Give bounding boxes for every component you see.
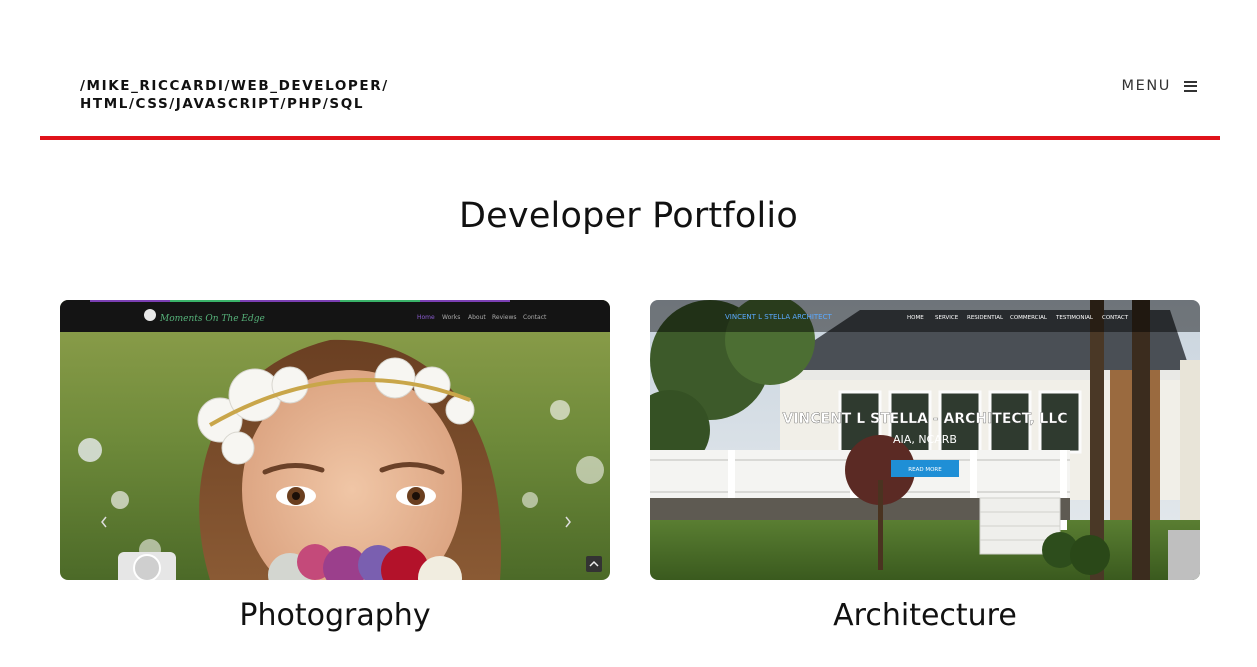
menu-button[interactable]: MENU [1121,76,1197,96]
project-title-photography[interactable]: Photography [60,598,610,633]
project-title-architecture[interactable]: Architecture [650,598,1200,633]
hamburger-icon [1184,80,1197,92]
shot-hero-heading: VINCENT L STELLA - ARCHITECT, LLC [782,411,1067,427]
shot-nav-contact: CONTACT [1102,315,1129,321]
shot-nav-contact: Contact [523,314,547,321]
site-brand[interactable]: /MIKE_RICCARDI/WEB_DEVELOPER/ HTML/CSS/J… [80,77,389,113]
shot-nav-reviews: Reviews [492,314,517,321]
project-thumbnail-architecture[interactable]: VINCENT L STELLA ARCHITECT HOME SERVICE … [650,300,1200,580]
shot-nav-service: SERVICE [935,315,959,321]
shot-nav-home: Home [417,314,435,321]
chevron-up-icon [586,556,602,572]
shot-nav-works: Works [442,314,460,321]
menu-label: MENU [1121,78,1171,94]
brand-line-2: HTML/CSS/JAVASCRIPT/PHP/SQL [80,96,365,112]
camera-icon [118,552,176,580]
svg-text:VINCENT L STELLA ARCHITECT: VINCENT L STELLA ARCHITECT [725,313,832,321]
shot-nav-commercial: COMMERCIAL [1010,315,1048,321]
shot-nav-testimonial: TESTIMONIAL [1055,315,1094,321]
page-title: Developer Portfolio [459,196,798,236]
shot-nav-about: About [468,314,486,321]
header-divider [40,136,1220,140]
brand-line-1: /MIKE_RICCARDI/WEB_DEVELOPER/ [80,78,389,94]
shot-nav-residential: RESIDENTIAL [967,315,1004,321]
shot-hero-button: READ MORE [908,467,942,473]
shot-nav-home: HOME [907,315,924,321]
svg-text:Moments On The Edge: Moments On The Edge [159,314,265,324]
portfolio-card-architecture[interactable]: VINCENT L STELLA ARCHITECT HOME SERVICE … [650,300,1200,633]
shot-hero-subheading: AIA, NCARB [893,433,957,446]
portfolio-card-photography[interactable]: Moments On The Edge Home Works About Rev… [60,300,610,633]
project-thumbnail-photography[interactable]: Moments On The Edge Home Works About Rev… [60,300,610,580]
